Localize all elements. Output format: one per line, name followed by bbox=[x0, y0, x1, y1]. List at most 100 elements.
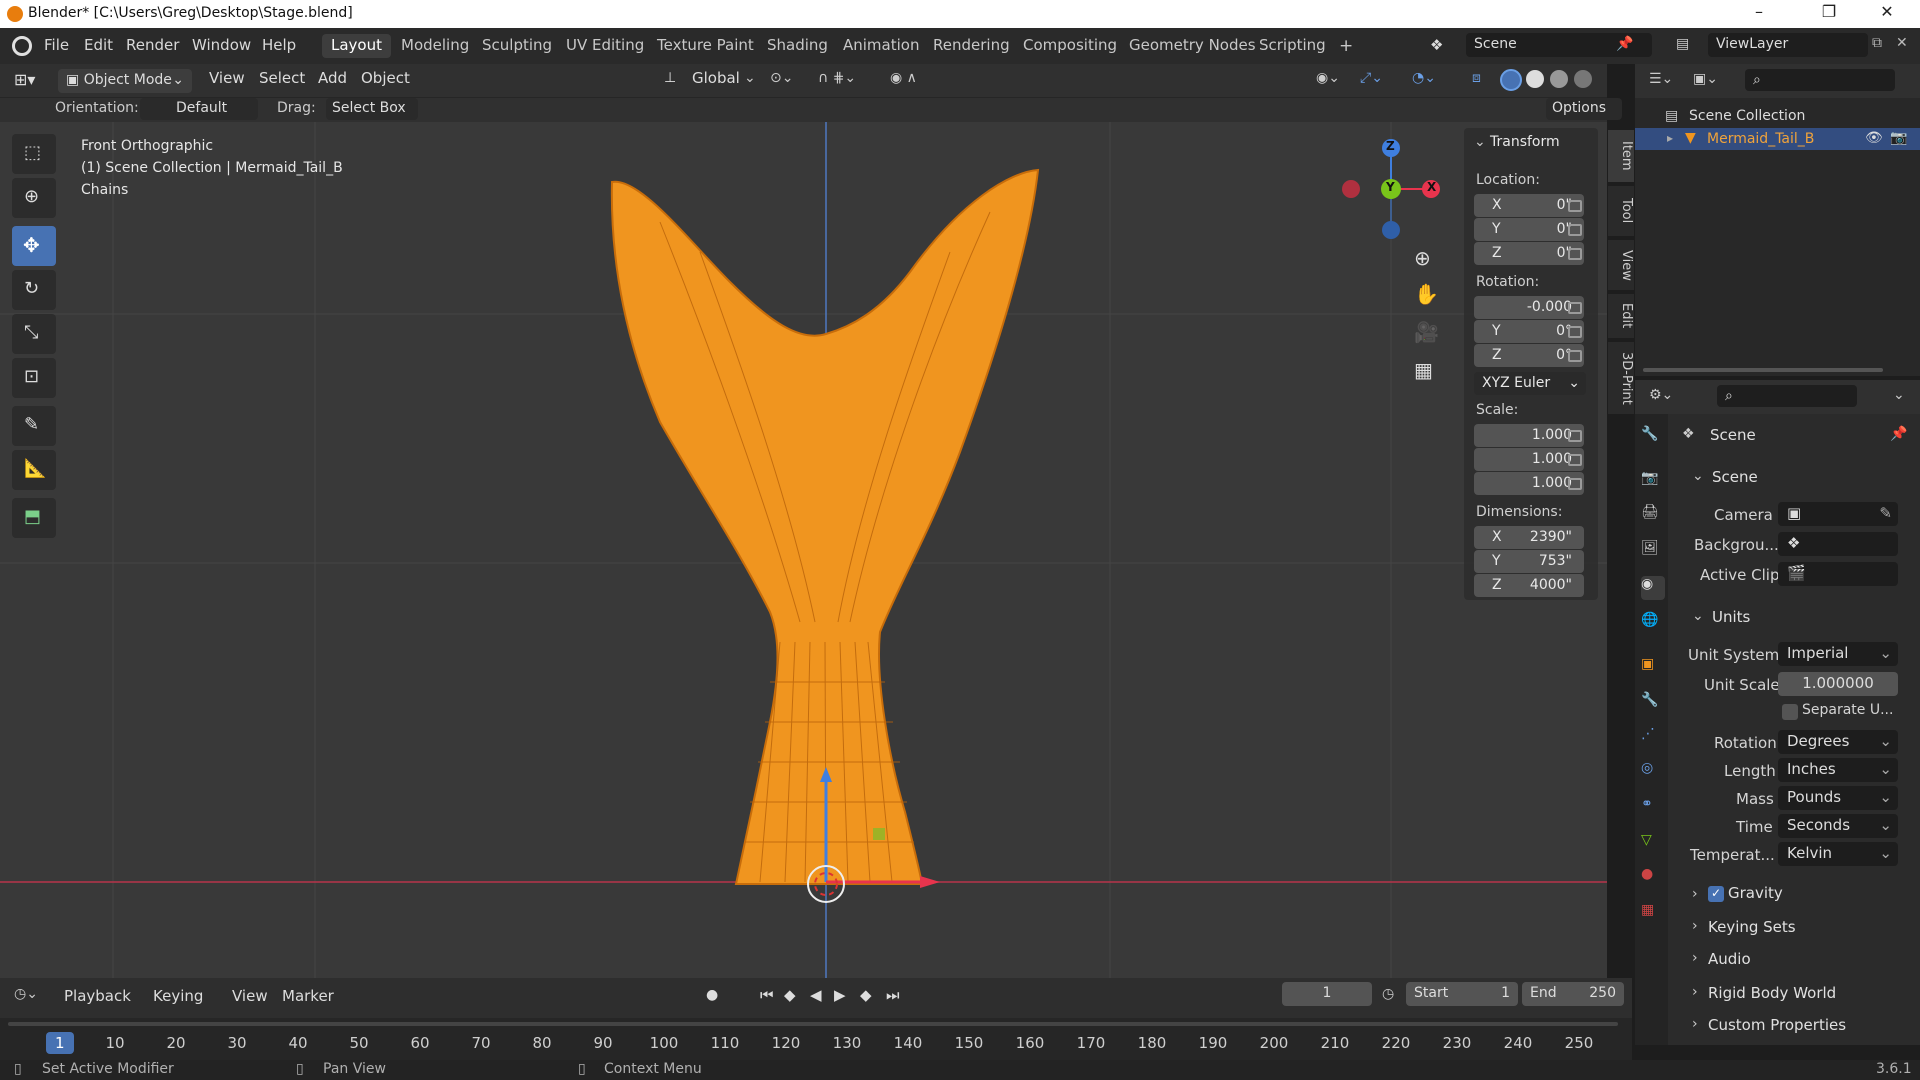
material-shading-icon[interactable] bbox=[1550, 70, 1568, 88]
keying-sets-section-header[interactable]: Keying Sets bbox=[1708, 918, 1796, 936]
tab-sculpting[interactable]: Sculpting bbox=[473, 34, 561, 58]
display-mode-icon[interactable]: ▣⌄ bbox=[1693, 71, 1718, 87]
cursor-tool[interactable]: ⊕ bbox=[12, 178, 56, 218]
select-box-tool[interactable]: ⬚ bbox=[12, 134, 56, 174]
add-workspace-button[interactable]: + bbox=[1330, 34, 1362, 58]
editor-type-icon[interactable]: ☰⌄ bbox=[1649, 71, 1673, 87]
texture-tab-icon[interactable]: ▦ bbox=[1641, 902, 1665, 926]
xray-icon[interactable]: ⧈ bbox=[1472, 70, 1481, 86]
particles-tab-icon[interactable]: ⋰ bbox=[1641, 726, 1665, 750]
properties-search-input[interactable]: ⌕ bbox=[1717, 385, 1857, 407]
editor-type-icon[interactable]: ⚙⌄ bbox=[1649, 387, 1673, 403]
tab-item[interactable]: Item bbox=[1608, 130, 1634, 182]
viewport-menu-object[interactable]: Object bbox=[361, 69, 410, 87]
record-icon[interactable]: ● bbox=[706, 987, 718, 1003]
transform-header[interactable]: Transform bbox=[1490, 134, 1560, 150]
remove-view-layer-icon[interactable]: ✕ bbox=[1896, 35, 1908, 51]
grid-icon[interactable]: ▦ bbox=[1414, 358, 1433, 382]
timeline-menu-keying[interactable]: Keying bbox=[153, 987, 203, 1005]
viewport-menu-select[interactable]: Select bbox=[259, 69, 305, 87]
length-dropdown[interactable]: Inches ⌄ bbox=[1778, 758, 1898, 782]
timeline-menu-view[interactable]: View bbox=[232, 987, 268, 1005]
viewport-menu-view[interactable]: View bbox=[209, 69, 245, 87]
tab-texture-paint[interactable]: Texture Paint bbox=[648, 34, 763, 58]
start-frame-field[interactable]: Start 1 bbox=[1406, 982, 1518, 1006]
annotate-tool[interactable]: ✎ bbox=[12, 406, 56, 446]
tab-view[interactable]: View bbox=[1608, 240, 1634, 290]
menu-edit[interactable]: Edit bbox=[84, 36, 113, 54]
new-view-layer-icon[interactable]: ⧉ bbox=[1872, 35, 1882, 51]
menu-file[interactable]: File bbox=[44, 36, 69, 54]
minimize-button[interactable]: – bbox=[1736, 2, 1782, 26]
lock-icon[interactable] bbox=[1568, 478, 1582, 490]
lock-icon[interactable] bbox=[1568, 430, 1582, 442]
close-button[interactable]: ✕ bbox=[1864, 2, 1910, 26]
scale-tool[interactable]: ⤡ bbox=[12, 314, 56, 354]
rigid-body-section-header[interactable]: Rigid Body World bbox=[1708, 984, 1836, 1002]
physics-tab-icon[interactable]: ◎ bbox=[1641, 760, 1665, 784]
scene-browse-icon[interactable]: ❖ bbox=[1430, 36, 1460, 56]
world-tab-icon[interactable]: 🌐 bbox=[1641, 612, 1665, 636]
dimension-y-field[interactable]: Y 753" bbox=[1474, 550, 1584, 573]
eye-icon[interactable]: 👁 bbox=[1865, 130, 1883, 146]
scene-collection-label[interactable]: Scene Collection bbox=[1689, 108, 1805, 124]
prev-keyframe-icon[interactable]: ◆ bbox=[784, 986, 796, 1004]
object-tab-icon[interactable]: ▣ bbox=[1641, 656, 1665, 680]
lock-icon[interactable] bbox=[1568, 350, 1582, 362]
viewport-menu-add[interactable]: Add bbox=[318, 69, 347, 87]
drag-selector[interactable]: Select Box bbox=[326, 98, 418, 120]
lock-icon[interactable] bbox=[1568, 200, 1582, 212]
mass-dropdown[interactable]: Pounds ⌄ bbox=[1778, 786, 1898, 810]
tool-tab-icon[interactable]: 🔧 bbox=[1641, 426, 1665, 450]
end-frame-field[interactable]: End 250 bbox=[1522, 982, 1624, 1006]
gravity-section-header[interactable]: Gravity bbox=[1728, 884, 1783, 902]
gravity-checkbox[interactable]: ✓ bbox=[1708, 886, 1724, 902]
menu-help[interactable]: Help bbox=[262, 36, 296, 54]
outliner-search-input[interactable]: ⌕ bbox=[1745, 69, 1895, 91]
maximize-button[interactable]: ❐ bbox=[1806, 2, 1852, 26]
gizmo-toggle-icon[interactable]: ⤢⌄ bbox=[1360, 70, 1383, 86]
tab-uv-editing[interactable]: UV Editing bbox=[557, 34, 653, 58]
tab-tool[interactable]: Tool bbox=[1608, 186, 1634, 236]
options-dropdown[interactable]: Options bbox=[1546, 98, 1622, 120]
tab-compositing[interactable]: Compositing bbox=[1014, 34, 1126, 58]
render-tab-icon[interactable]: 📷 bbox=[1641, 470, 1665, 494]
lock-icon[interactable] bbox=[1568, 302, 1582, 314]
expand-icon[interactable]: › bbox=[1692, 918, 1698, 934]
data-tab-icon[interactable]: ▽ bbox=[1641, 832, 1665, 856]
tab-layout[interactable]: Layout bbox=[322, 34, 391, 58]
mode-selector[interactable]: ▣ Object Mode ⌄ bbox=[58, 69, 192, 93]
visibility-eye-icon[interactable]: ◉⌄ bbox=[1316, 70, 1340, 86]
outliner-row-mermaid[interactable]: ▸ ▼ Mermaid_Tail_B 👁 📷 bbox=[1635, 128, 1920, 150]
material-tab-icon[interactable]: ● bbox=[1641, 866, 1665, 890]
background-field[interactable]: ❖ bbox=[1778, 532, 1898, 556]
tab-shading[interactable]: Shading bbox=[758, 34, 837, 58]
audio-section-header[interactable]: Audio bbox=[1708, 950, 1751, 968]
lock-icon[interactable] bbox=[1568, 326, 1582, 338]
pan-hand-icon[interactable]: ✋ bbox=[1414, 282, 1439, 306]
dimension-x-field[interactable]: X 2390" bbox=[1474, 526, 1584, 549]
pin-icon[interactable]: 📌 bbox=[1890, 426, 1907, 442]
collapse-icon[interactable]: ⌄ bbox=[1474, 134, 1486, 150]
time-dropdown[interactable]: Seconds ⌄ bbox=[1778, 814, 1898, 838]
rotation-units-dropdown[interactable]: Degrees ⌄ bbox=[1778, 730, 1898, 754]
blender-menu-icon[interactable] bbox=[12, 36, 32, 56]
timeline-menu-marker[interactable]: Marker bbox=[282, 987, 334, 1005]
view-layer-tab-icon[interactable]: 🖼 bbox=[1641, 540, 1665, 564]
modifier-wrench-icon[interactable]: 🔧 bbox=[1641, 692, 1665, 716]
expand-icon[interactable]: › bbox=[1692, 984, 1698, 1000]
expand-icon[interactable]: › bbox=[1692, 886, 1698, 902]
tab-edit[interactable]: Edit bbox=[1608, 294, 1634, 338]
custom-properties-section-header[interactable]: Custom Properties bbox=[1708, 1016, 1846, 1034]
current-frame-field[interactable]: 1 bbox=[1282, 982, 1372, 1006]
lock-icon[interactable] bbox=[1568, 248, 1582, 260]
outliner-scrollbar[interactable] bbox=[1643, 368, 1883, 372]
camera-icon[interactable]: 🎥 bbox=[1414, 320, 1439, 344]
output-tab-icon[interactable]: 🖨 bbox=[1641, 504, 1665, 528]
chevron-down-icon[interactable]: ⌄ bbox=[744, 70, 756, 86]
snap-icon[interactable]: ∩ ⋕⌄ bbox=[818, 70, 856, 86]
tab-geometry-nodes[interactable]: Geometry Nodes bbox=[1120, 34, 1265, 58]
zoom-icon[interactable]: ⊕ bbox=[1414, 246, 1431, 270]
add-cube-tool[interactable]: ⬒ bbox=[12, 498, 56, 538]
unit-system-dropdown[interactable]: Imperial ⌄ bbox=[1778, 642, 1898, 666]
